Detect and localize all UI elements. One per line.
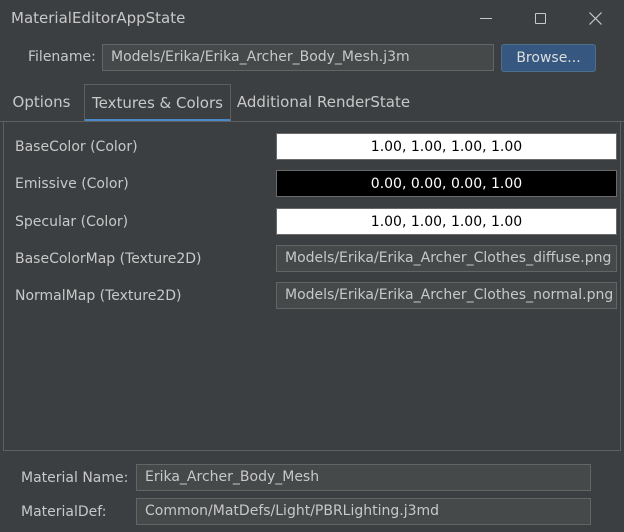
- emissive-swatch[interactable]: 0.00, 0.00, 0.00, 1.00: [276, 170, 617, 197]
- param-label-basecolor: BaseColor (Color): [15, 139, 138, 155]
- tab-additional-renderstate[interactable]: Additional RenderState: [236, 84, 411, 122]
- material-name-label: Material Name:: [21, 470, 129, 486]
- material-info: Material Name: Erika_Archer_Body_Mesh Ma…: [0, 452, 624, 532]
- tab-options[interactable]: Options: [3, 84, 80, 122]
- textures-colors-panel: BaseColor (Color) 1.00, 1.00, 1.00, 1.00…: [3, 122, 621, 451]
- material-name-field[interactable]: Erika_Archer_Body_Mesh: [136, 464, 591, 491]
- filename-field[interactable]: Models/Erika/Erika_Archer_Body_Mesh.j3m: [102, 44, 494, 71]
- filename-label: Filename:: [28, 49, 96, 65]
- maximize-icon: [534, 12, 546, 24]
- normalmap-field[interactable]: Models/Erika/Erika_Archer_Clothes_normal…: [276, 282, 617, 309]
- basecolormap-field[interactable]: Models/Erika/Erika_Archer_Clothes_diffus…: [276, 245, 617, 272]
- specular-swatch[interactable]: 1.00, 1.00, 1.00, 1.00: [276, 208, 617, 235]
- param-label-normalmap: NormalMap (Texture2D): [15, 288, 182, 304]
- tab-textures-colors[interactable]: Textures & Colors: [84, 84, 231, 122]
- minimize-button[interactable]: [463, 0, 509, 36]
- title-bar: MaterialEditorAppState: [0, 0, 624, 36]
- close-button[interactable]: [572, 0, 618, 36]
- basecolor-swatch[interactable]: 1.00, 1.00, 1.00, 1.00: [276, 133, 617, 160]
- tab-bar: Options Textures & Colors Additional Ren…: [0, 84, 624, 122]
- param-label-emissive: Emissive (Color): [15, 176, 129, 192]
- close-icon: [588, 11, 602, 25]
- maximize-button[interactable]: [517, 0, 563, 36]
- window-title: MaterialEditorAppState: [11, 9, 186, 27]
- minimize-icon: [480, 17, 492, 19]
- materialdef-field[interactable]: Common/MatDefs/Light/PBRLighting.j3md: [136, 498, 591, 525]
- param-label-specular: Specular (Color): [15, 214, 129, 230]
- param-label-basecolormap: BaseColorMap (Texture2D): [15, 251, 202, 267]
- materialdef-label: MaterialDef:: [21, 504, 107, 520]
- browse-button[interactable]: Browse...: [501, 44, 596, 72]
